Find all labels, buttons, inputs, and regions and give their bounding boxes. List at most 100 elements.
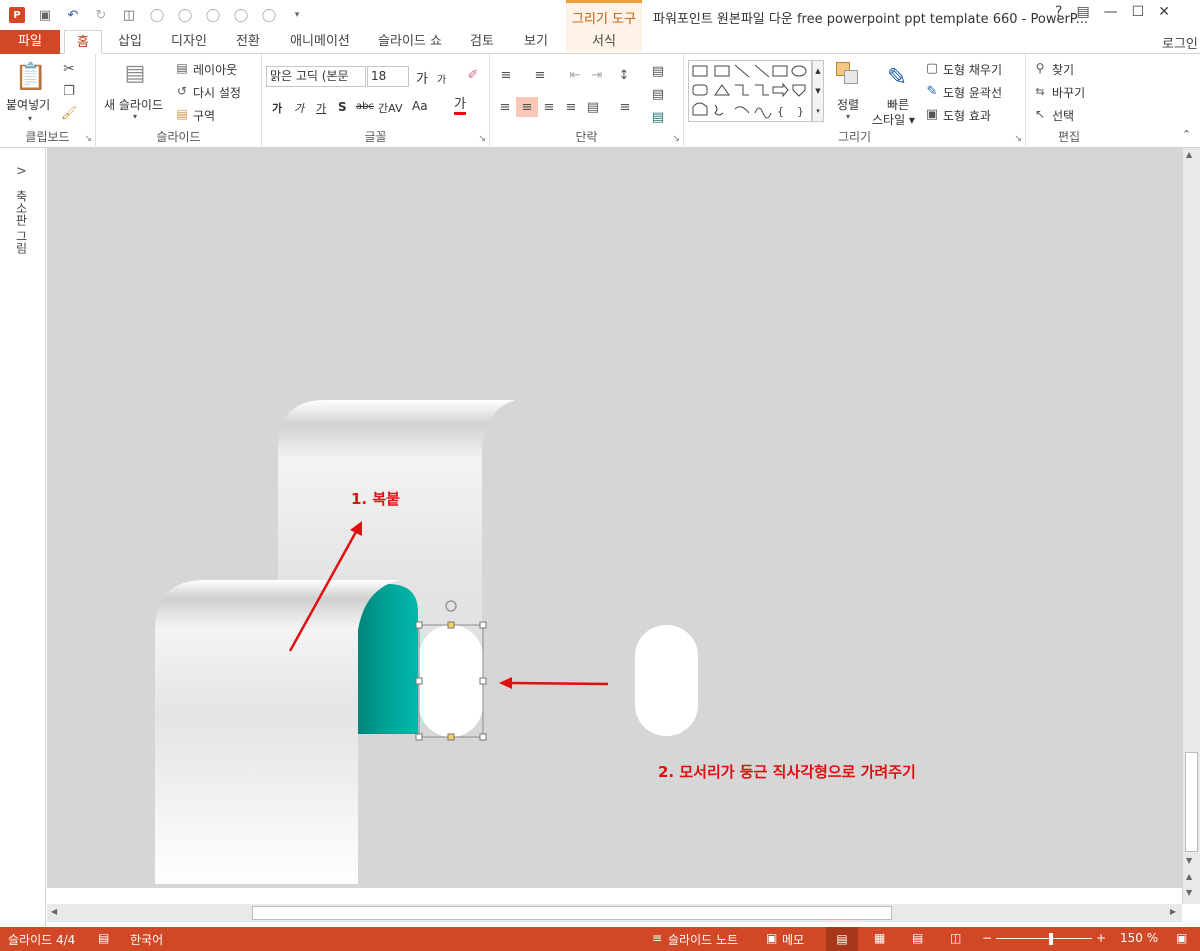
copy-icon[interactable]: ❐ xyxy=(60,82,78,100)
char-spacing-button[interactable]: 간AV xyxy=(378,100,402,116)
normal-view-icon[interactable]: ▤ xyxy=(826,927,858,951)
font-size-select[interactable]: 18 xyxy=(367,66,409,87)
tab-file[interactable]: 파일 xyxy=(0,30,60,54)
grow-font-button[interactable]: 가 xyxy=(416,68,428,87)
align-left-icon[interactable]: ≡ xyxy=(496,98,514,116)
distribute-icon[interactable]: ▤ xyxy=(584,98,602,116)
close-button[interactable]: ✕ xyxy=(1158,4,1170,20)
select-button[interactable]: 선택 xyxy=(1052,107,1074,124)
shape-combine-icon[interactable]: ◯ xyxy=(176,6,194,24)
decrease-indent-icon[interactable]: ⇤ xyxy=(566,66,584,84)
reset-button[interactable]: 다시 설정 xyxy=(193,84,241,101)
collapse-ribbon-icon[interactable]: ⌃ xyxy=(1182,128,1191,141)
paragraph-launcher-icon[interactable]: ↘ xyxy=(672,134,680,144)
paste-dropdown-icon[interactable]: ▾ xyxy=(28,114,32,123)
select-icon[interactable]: ↖ xyxy=(1032,106,1048,122)
zoom-in-button[interactable]: + xyxy=(1096,931,1106,945)
strikethrough-button[interactable]: abc xyxy=(356,101,374,112)
comments-icon[interactable]: ▣ xyxy=(766,931,777,945)
new-slide-button[interactable]: 새 슬라이드 xyxy=(104,96,163,113)
spell-check-icon[interactable]: ▤ xyxy=(98,931,109,945)
arrange-button[interactable]: 정렬 xyxy=(837,96,859,113)
quick-styles-button-line2[interactable]: 스타일 ▾ xyxy=(872,111,915,128)
help-button[interactable]: ? xyxy=(1055,4,1062,20)
scroll-down-icon[interactable]: ▼ xyxy=(1186,856,1192,865)
tab-insert[interactable]: 삽입 xyxy=(110,30,150,54)
comments-button[interactable]: 메모 xyxy=(782,931,804,948)
arrange-icon[interactable] xyxy=(834,60,864,90)
font-name-select[interactable]: 맑은 고딕 (본문 xyxy=(266,66,366,87)
find-button[interactable]: 찾기 xyxy=(1052,61,1074,78)
shapes-gallery[interactable]: { } xyxy=(688,60,812,122)
align-right-icon[interactable]: ≡ xyxy=(540,98,558,116)
shape-outline-icon[interactable]: ✎ xyxy=(924,83,940,99)
shape-subtract-icon[interactable]: ◯ xyxy=(260,6,278,24)
tab-format[interactable]: 서식 xyxy=(566,30,642,54)
shape-fill-button[interactable]: 도형 채우기 xyxy=(943,61,1002,78)
save-icon[interactable]: ▣ xyxy=(36,6,54,24)
next-slide-icon[interactable]: ▼ xyxy=(1186,888,1192,897)
redo-icon[interactable]: ↻ xyxy=(92,6,110,24)
reset-icon[interactable]: ↺ xyxy=(174,83,190,99)
section-button[interactable]: 구역 xyxy=(193,107,215,124)
font-launcher-icon[interactable]: ↘ xyxy=(478,134,486,144)
replace-icon[interactable]: ⇆ xyxy=(1032,83,1048,99)
bold-button[interactable]: 가 xyxy=(272,100,282,116)
new-slide-dropdown-icon[interactable]: ▾ xyxy=(133,112,137,121)
find-icon[interactable]: ⚲ xyxy=(1032,60,1048,76)
paste-button[interactable]: 붙여넣기 xyxy=(6,96,50,113)
slide-canvas[interactable]: 1. 복붙 2. 모서리가 둥근 직사각형으로 가려주기 xyxy=(47,148,1182,888)
bullets-icon[interactable]: ≡ xyxy=(496,66,516,84)
customize-qat-icon[interactable]: ▾ xyxy=(288,6,306,24)
layout-icon[interactable]: ▤ xyxy=(174,60,190,76)
teal-fold-shape[interactable] xyxy=(358,584,418,734)
new-slide-icon[interactable]: ▤ xyxy=(120,58,150,88)
thumbnail-pane-label[interactable]: 축소판 그림 xyxy=(10,190,30,254)
undo-icon[interactable]: ↶ xyxy=(64,6,82,24)
shape-intersect-icon[interactable]: ◯ xyxy=(232,6,250,24)
shadow-button[interactable]: S xyxy=(338,100,347,114)
shape-fragment-icon[interactable]: ◯ xyxy=(204,6,222,24)
present-icon[interactable]: ◫ xyxy=(120,6,138,24)
drawing-launcher-icon[interactable]: ↘ xyxy=(1014,134,1022,144)
shapes-gallery-scroll[interactable]: ▲ ▼ ▾ xyxy=(812,60,824,122)
cut-icon[interactable]: ✂ xyxy=(60,60,78,78)
rounded-rect-shape[interactable] xyxy=(635,625,698,736)
font-color-button[interactable]: 가 xyxy=(454,97,466,115)
clipboard-launcher-icon[interactable]: ↘ xyxy=(84,134,92,144)
clear-format-icon[interactable]: ✐ xyxy=(464,66,482,84)
underline-button[interactable]: 가 xyxy=(316,100,326,116)
increase-indent-icon[interactable]: ⇥ xyxy=(588,66,606,84)
numbering-icon[interactable]: ≡ xyxy=(530,66,550,84)
shape-effects-button[interactable]: 도형 효과 xyxy=(943,107,991,124)
slide-sorter-icon[interactable]: ▦ xyxy=(874,931,885,945)
maximize-button[interactable]: ☐ xyxy=(1132,4,1145,20)
justify-icon[interactable]: ≡ xyxy=(562,98,580,116)
align-center-icon[interactable]: ≡ xyxy=(516,97,538,117)
horizontal-scroll-thumb[interactable] xyxy=(252,906,892,920)
layout-button[interactable]: 레이아웃 xyxy=(193,61,237,78)
text-direction-icon[interactable]: ▤ xyxy=(648,85,668,103)
scroll-right-icon[interactable]: ▶ xyxy=(1170,907,1176,916)
tab-transitions[interactable]: 전환 xyxy=(226,30,270,54)
shape-union-icon[interactable]: ◯ xyxy=(148,6,166,24)
zoom-slider-track[interactable] xyxy=(996,938,1092,939)
tab-review[interactable]: 검토 xyxy=(462,30,502,54)
minimize-button[interactable]: — xyxy=(1104,4,1118,20)
shrink-font-button[interactable]: 가 xyxy=(437,71,446,86)
slideshow-view-icon[interactable]: ◫ xyxy=(950,931,961,945)
tab-view[interactable]: 보기 xyxy=(516,30,556,54)
quick-styles-icon[interactable]: ✎ xyxy=(880,60,914,94)
text-columns-icon[interactable]: ≡ xyxy=(614,98,636,116)
notes-icon[interactable]: ≡ xyxy=(652,931,662,945)
italic-button[interactable]: 가 xyxy=(294,100,304,116)
notes-button[interactable]: 슬라이드 노트 xyxy=(668,931,738,948)
login-link[interactable]: 로그인 xyxy=(1162,33,1198,52)
scroll-left-icon[interactable]: ◀ xyxy=(51,907,57,916)
reading-view-icon[interactable]: ▤ xyxy=(912,931,923,945)
format-painter-icon[interactable]: 🖌 xyxy=(60,104,78,122)
tab-slideshow[interactable]: 슬라이드 쇼 xyxy=(370,30,450,54)
fit-slide-icon[interactable]: ▣ xyxy=(1176,931,1187,945)
tab-home[interactable]: 홈 xyxy=(64,30,102,54)
expand-thumbnails-icon[interactable]: > xyxy=(16,164,27,179)
